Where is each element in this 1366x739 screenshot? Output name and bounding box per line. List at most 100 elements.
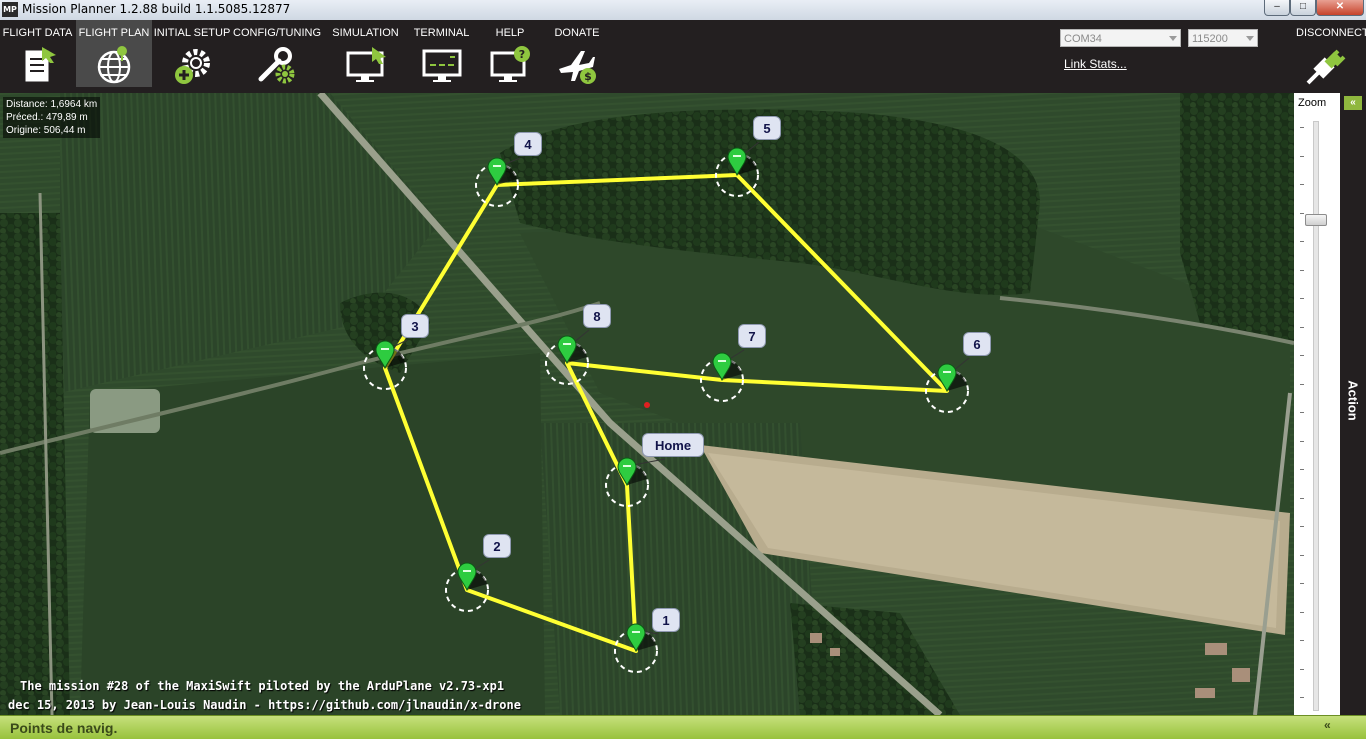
waypoint-pin-highlight <box>493 165 501 167</box>
menu-config-tuning[interactable]: CONFIG/TUNING <box>232 20 322 87</box>
waypoint-marker[interactable] <box>363 339 408 390</box>
zoom-tick <box>1300 184 1304 185</box>
menu-simulation[interactable]: SIMULATION <box>323 20 408 87</box>
initial-setup-gear-icon <box>175 49 210 84</box>
menu-label: HELP <box>495 27 525 39</box>
mission-caption-line2: dec 15, 2013 by Jean-Louis Naudin - http… <box>8 698 521 712</box>
donate-plane-icon: $ <box>559 51 596 84</box>
waypoint-marker[interactable] <box>700 349 745 402</box>
waypoint-marker[interactable] <box>605 457 666 507</box>
waypoint-pin-highlight <box>632 631 640 633</box>
waypoint-pin-highlight <box>463 570 471 572</box>
zoom-tick <box>1300 383 1304 385</box>
zoom-panel: Zoom <box>1294 93 1340 715</box>
zoom-tick <box>1300 412 1304 413</box>
zoom-label: Zoom <box>1298 97 1327 109</box>
collapse-action-button[interactable]: « <box>1344 96 1362 110</box>
app-icon: MP <box>2 2 18 17</box>
zoom-tick <box>1300 583 1304 584</box>
menu-initial-setup[interactable]: INITIAL SETUP <box>153 20 231 87</box>
zoom-tick <box>1300 611 1304 613</box>
com-port-value: COM34 <box>1064 33 1102 45</box>
menu-donate[interactable]: DONATE $ <box>546 20 608 87</box>
waypoint-label[interactable]: 5 <box>753 116 781 140</box>
minimize-button[interactable]: – <box>1264 0 1290 16</box>
waypoint-pin-highlight <box>563 343 571 345</box>
waypoint-label[interactable]: 7 <box>738 324 766 348</box>
flight-data-icon <box>25 47 56 82</box>
zoom-slider-track[interactable] <box>1313 121 1319 711</box>
baud-rate-select[interactable]: 115200 <box>1188 29 1258 47</box>
link-stats-link[interactable]: Link Stats... <box>1064 57 1127 71</box>
zoom-tick <box>1300 241 1304 242</box>
menu-flight-plan[interactable]: FLIGHT PLAN <box>76 20 152 87</box>
waypoint-marker[interactable] <box>445 559 490 612</box>
svg-text:$: $ <box>584 70 592 83</box>
waypoint-label[interactable]: 3 <box>401 314 429 338</box>
menu-label: FLIGHT DATA <box>2 27 73 39</box>
waypoint-pin-highlight <box>381 348 389 350</box>
waypoint-marker[interactable] <box>715 141 760 197</box>
chevron-down-icon <box>1169 36 1177 41</box>
waypoint-label[interactable]: Home <box>642 433 704 457</box>
zoom-tick <box>1300 697 1304 698</box>
com-port-select[interactable]: COM34 <box>1060 29 1181 47</box>
menu-help[interactable]: HELP ? <box>475 20 545 87</box>
zoom-tick <box>1300 668 1304 670</box>
distance-previous: Préced.: 479,89 m <box>6 112 88 123</box>
zoom-tick <box>1300 269 1304 271</box>
distance-info-panel: Distance: 1,6964 km Préced.: 479,89 m Or… <box>3 97 101 138</box>
zoom-tick <box>1300 155 1304 157</box>
map-view[interactable]: Home 1 2 3 4 5 6 7 8 Distance: 1,6964 km Préced.… <box>0 93 1294 715</box>
zoom-tick <box>1300 469 1304 470</box>
waypoint-label[interactable]: 2 <box>483 534 511 558</box>
zoom-tick <box>1300 526 1304 527</box>
waypoint-label[interactable]: 4 <box>514 132 542 156</box>
config-tuning-wrench-icon <box>258 47 295 84</box>
waypoint-label[interactable]: 6 <box>963 332 991 356</box>
waypoint-markers <box>363 141 970 673</box>
action-panel-label[interactable]: Action <box>1346 378 1361 424</box>
disconnect-plug-icon[interactable] <box>1304 47 1352 87</box>
waypoint-label-leader <box>632 458 666 466</box>
zoom-tick <box>1300 127 1304 128</box>
waypoints-panel-bar[interactable]: Points de navig. « <box>0 715 1366 739</box>
zoom-tick <box>1300 298 1304 299</box>
zoom-tick <box>1300 440 1304 442</box>
svg-text:?: ? <box>519 48 525 61</box>
zoom-tick <box>1300 326 1304 328</box>
menu-flight-data[interactable]: FLIGHT DATA <box>0 20 75 87</box>
waypoint-pin-highlight <box>733 155 741 157</box>
waypoint-pin-highlight <box>943 371 951 373</box>
waypoints-panel-label: Points de navig. <box>10 720 118 736</box>
zoom-tick <box>1300 640 1304 641</box>
waypoint-marker[interactable] <box>475 157 521 207</box>
disconnect-label[interactable]: DISCONNECT <box>1296 27 1366 39</box>
action-panel: « Action <box>1340 93 1366 715</box>
menu-label: CONFIG/TUNING <box>233 27 321 39</box>
waypoint-label[interactable]: 8 <box>583 304 611 328</box>
waypoint-marker[interactable] <box>614 623 659 673</box>
waypoint-marker[interactable] <box>545 329 590 385</box>
menu-label: DONATE <box>554 27 600 39</box>
zoom-tick <box>1300 554 1304 556</box>
terminal-monitor-icon <box>422 49 461 82</box>
maximize-button[interactable]: □ <box>1290 0 1316 16</box>
chevron-down-icon <box>1246 36 1254 41</box>
simulation-monitor-icon <box>346 47 386 82</box>
waypoint-label[interactable]: 1 <box>652 608 680 632</box>
menu-label: SIMULATION <box>332 27 399 39</box>
baud-rate-value: 115200 <box>1192 33 1228 45</box>
menu-label: TERMINAL <box>413 27 470 39</box>
zoom-slider-thumb[interactable] <box>1305 213 1327 226</box>
menu-terminal[interactable]: TERMINAL <box>409 20 474 87</box>
main-toolbar: FLIGHT DATA FLIGHT PLAN INITIAL SETUP CO… <box>0 20 1366 93</box>
window-title-bar: MP Mission Planner 1.2.88 build 1.1.5085… <box>0 0 1366 21</box>
waypoint-marker[interactable] <box>925 357 970 413</box>
flight-plan-globe-icon <box>97 46 131 84</box>
distance-origin: Origine: 506,44 m <box>6 125 86 136</box>
close-button[interactable]: ✕ <box>1316 0 1364 16</box>
expand-waypoints-button[interactable]: « <box>1324 718 1331 732</box>
menu-label: FLIGHT PLAN <box>78 27 150 39</box>
waypoint-pin-highlight <box>718 360 726 362</box>
